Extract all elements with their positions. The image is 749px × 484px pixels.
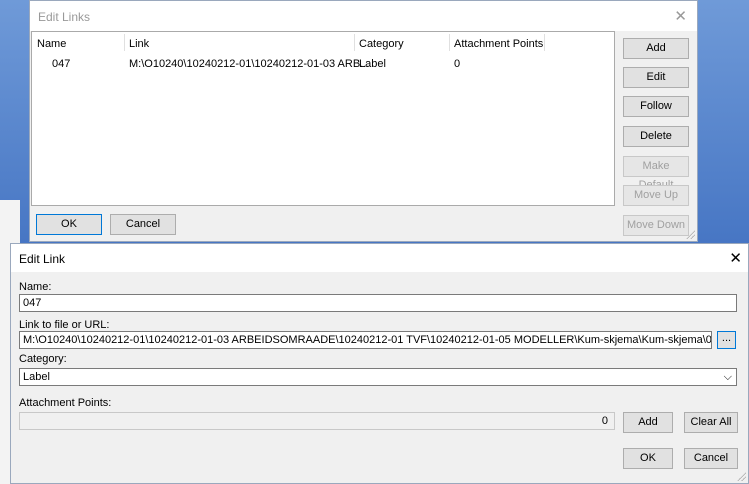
resize-grip-icon[interactable] (685, 229, 695, 239)
add-attachment-button[interactable]: Add (623, 412, 673, 433)
attachment-points-label: Attachment Points: (19, 397, 112, 409)
column-header-attachment-points[interactable]: Attachment Points (454, 38, 543, 50)
edit-links-dialog: Edit Links ✕ Name Link Category Attachme… (29, 0, 698, 242)
link-field[interactable]: M:\O10240\10240212-01\10240212-01-03 ARB… (19, 331, 712, 349)
row-category: Label (359, 58, 386, 70)
make-default-button[interactable]: Make Default (623, 156, 689, 191)
edit-link-title: Edit Link (19, 252, 66, 266)
links-list[interactable]: Name Link Category Attachment Points 047… (31, 31, 615, 206)
cancel-button[interactable]: Cancel (684, 448, 738, 469)
category-value: Label (23, 371, 50, 383)
column-header-category[interactable]: Category (359, 38, 404, 50)
column-divider[interactable] (544, 34, 545, 51)
add-button[interactable]: Add (623, 38, 689, 59)
follow-button[interactable]: Follow (623, 96, 689, 117)
edit-link-dialog: Edit Link ✕ Name: 047 Link to file or UR… (10, 243, 749, 484)
edit-links-titlebar: Edit Links ✕ (30, 1, 697, 31)
name-label: Name: (19, 281, 52, 293)
edit-links-title: Edit Links (38, 10, 91, 24)
name-field[interactable]: 047 (19, 294, 737, 312)
row-name: 047 (52, 58, 71, 70)
column-header-name[interactable]: Name (37, 38, 66, 50)
ok-button[interactable]: OK (623, 448, 673, 469)
clear-all-button[interactable]: Clear All (684, 412, 738, 433)
column-divider[interactable] (449, 34, 450, 51)
cancel-button[interactable]: Cancel (110, 214, 176, 235)
resize-grip-icon[interactable] (736, 471, 746, 481)
edit-button[interactable]: Edit (623, 67, 689, 88)
row-link: M:\O10240\10240212-01\10240212-01-03 ARB… (129, 58, 370, 70)
move-down-button[interactable]: Move Down (623, 215, 689, 236)
row-attachment-points: 0 (454, 58, 461, 70)
move-up-button[interactable]: Move Up (623, 185, 689, 206)
ok-button[interactable]: OK (36, 214, 102, 235)
delete-button[interactable]: Delete (623, 126, 689, 147)
column-divider[interactable] (354, 34, 355, 51)
close-icon[interactable]: ✕ (674, 7, 687, 25)
category-label: Category: (19, 353, 67, 365)
attachment-points-field: 0 (19, 412, 615, 430)
column-divider[interactable] (124, 34, 125, 51)
column-header-link[interactable]: Link (129, 38, 149, 50)
chevron-down-icon[interactable]: ⌵ (724, 369, 732, 385)
close-icon[interactable]: ✕ (729, 249, 742, 267)
edit-link-titlebar: Edit Link ✕ (11, 244, 748, 272)
browse-button[interactable]: ... (717, 331, 736, 349)
category-select[interactable]: Label ⌵ (19, 368, 737, 386)
link-label: Link to file or URL: (19, 319, 110, 331)
